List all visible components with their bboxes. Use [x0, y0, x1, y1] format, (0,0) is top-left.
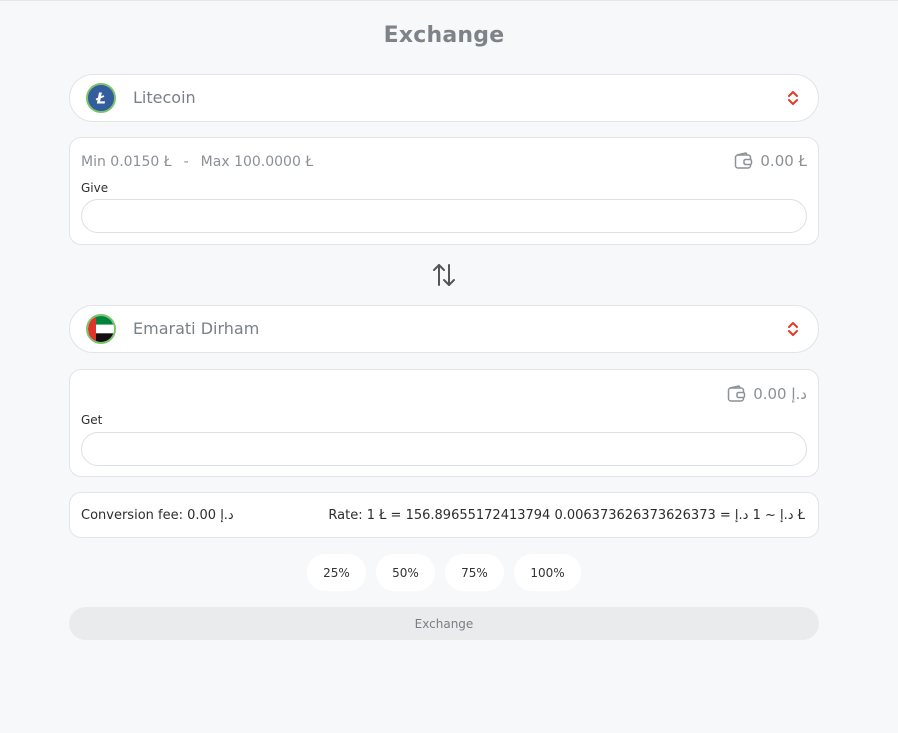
swap-arrows-icon[interactable] — [430, 261, 458, 289]
percent-25-button[interactable]: 25% — [307, 554, 366, 591]
chevron-up-down-icon — [788, 91, 798, 105]
get-currency-name: Emarati Dirham — [133, 319, 260, 338]
get-label: Get — [81, 413, 103, 427]
page-title: Exchange — [383, 23, 505, 48]
give-max: Max 100.0000 Ł — [200, 154, 314, 170]
conversion-fee: Conversion fee: 0.00 د.إ — [81, 508, 234, 523]
conversion-info: Conversion fee: 0.00 د.إ Rate: 1 Ł = 156… — [69, 492, 819, 538]
give-balance: 0.00 Ł — [734, 152, 807, 170]
get-balance: 0.00 د.إ — [727, 385, 807, 403]
percent-75-button[interactable]: 75% — [445, 554, 504, 591]
exchange-button[interactable]: Exchange — [69, 607, 819, 640]
give-amount-card: Min 0.0150 Ł - Max 100.0000 Ł 0.00 Ł Give — [69, 137, 819, 245]
percent-50-button[interactable]: 50% — [376, 554, 435, 591]
get-currency-select[interactable]: Emarati Dirham — [69, 305, 819, 353]
percent-100-button[interactable]: 100% — [514, 554, 581, 591]
uae-flag-icon — [86, 314, 116, 344]
chevron-up-down-icon — [788, 322, 798, 336]
percent-buttons: 25% 50% 75% 100% — [307, 554, 581, 591]
give-amount-input[interactable] — [81, 199, 807, 233]
give-balance-value: 0.00 Ł — [760, 152, 807, 170]
get-balance-value: 0.00 د.إ — [753, 385, 807, 403]
give-label: Give — [81, 181, 109, 195]
litecoin-icon: Ł — [86, 83, 116, 113]
svg-text:Ł: Ł — [95, 90, 106, 108]
get-amount-input[interactable] — [81, 432, 807, 466]
give-min: Min 0.0150 Ł — [81, 154, 172, 170]
give-currency-select[interactable]: Ł Litecoin — [69, 74, 819, 122]
give-currency-name: Litecoin — [133, 88, 196, 107]
get-amount-card: 0.00 د.إ Get — [69, 369, 819, 477]
exchange-rate: Rate: 1 Ł = 156.89655172413794 د.إ ~ 1 د… — [328, 508, 805, 523]
give-limits: Min 0.0150 Ł - Max 100.0000 Ł — [81, 154, 313, 170]
wallet-icon — [735, 152, 753, 169]
limit-separator: - — [183, 154, 189, 170]
wallet-icon — [727, 385, 746, 402]
